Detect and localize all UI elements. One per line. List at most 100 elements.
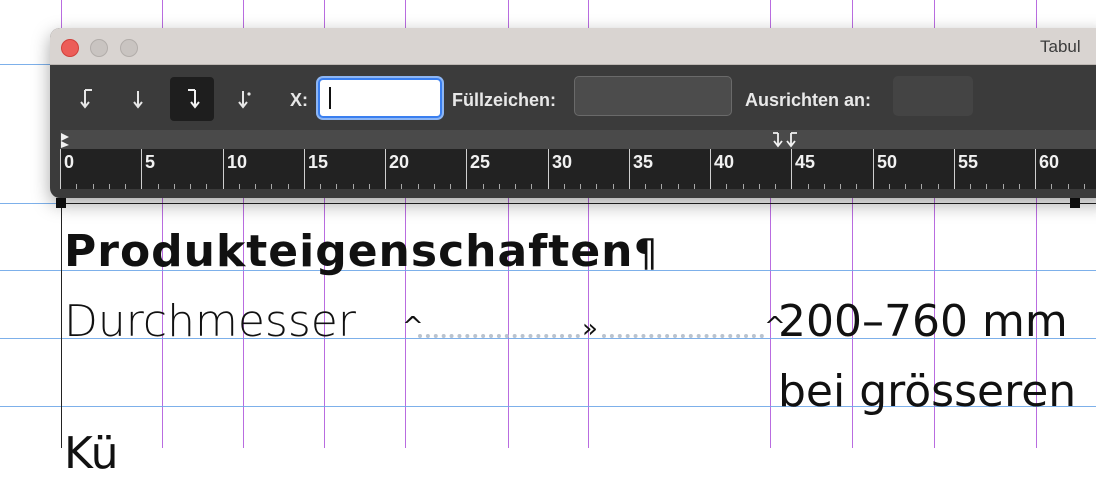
heading-text: Produkteigenschaften xyxy=(64,226,634,277)
align-to-decimal-tab-button[interactable] xyxy=(222,77,266,121)
ruler-minor-tick xyxy=(158,184,159,189)
ruler-label: 5 xyxy=(145,152,156,172)
left-tab-stop-icon[interactable] xyxy=(786,131,800,149)
left-justified-tab-icon xyxy=(80,89,92,109)
ruler-label: 50 xyxy=(877,152,898,172)
ruler-minor-tick xyxy=(271,184,272,189)
ruler-minor-tick xyxy=(1068,184,1069,189)
leader-input[interactable] xyxy=(574,76,732,116)
ruler-minor-tick xyxy=(336,184,337,189)
zoom-button[interactable] xyxy=(120,39,138,57)
ruler-label: 0 xyxy=(64,152,75,172)
ruler-minor-tick xyxy=(531,184,532,189)
ruler-minor-tick xyxy=(694,184,695,189)
ruler-minor-tick xyxy=(596,184,597,189)
ruler-minor-tick xyxy=(239,184,240,189)
tabulator-panel: Tabul X: Füllzeichen: Ausrichten an: 0 5 1… xyxy=(50,28,1096,198)
document-line-next[interactable]: Kü xyxy=(64,428,119,479)
tab-ruler[interactable]: 0 5 10 15 20 25 30 35 40 45 50 55 60 xyxy=(60,149,1096,189)
x-position-label: X: xyxy=(290,90,308,110)
ruler-minor-tick xyxy=(726,184,727,189)
align-to-decimal-tab-icon xyxy=(238,91,251,109)
ruler-major-tick xyxy=(304,149,305,189)
text-frame-left-edge xyxy=(61,203,62,448)
ruler-minor-tick xyxy=(206,184,207,189)
leader-label: Füllzeichen: xyxy=(452,90,557,110)
ruler-minor-tick xyxy=(613,184,614,189)
ruler-minor-tick xyxy=(905,184,906,189)
panel-titlebar[interactable]: Tabul xyxy=(50,28,1096,65)
ruler-minor-tick xyxy=(808,184,809,189)
right-tab-stop-icon[interactable] xyxy=(770,131,784,149)
ruler-major-tick xyxy=(223,149,224,189)
document-line-continuation[interactable]: bei grösseren xyxy=(778,366,1076,417)
ruler-minor-tick xyxy=(288,184,289,189)
line-value[interactable]: 200–760 mm xyxy=(778,296,1068,347)
ruler-minor-tick xyxy=(401,184,402,189)
ruler-minor-tick xyxy=(661,184,662,189)
ruler-minor-tick xyxy=(840,184,841,189)
panel-title: Tabul xyxy=(1040,37,1081,56)
ruler-label: 20 xyxy=(389,152,410,172)
dotted-leader-2 xyxy=(602,334,764,338)
ruler-minor-tick xyxy=(450,184,451,189)
text-caret xyxy=(329,87,331,109)
ruler-minor-tick xyxy=(125,184,126,189)
ruler-minor-tick xyxy=(109,184,110,189)
right-justified-tab-button[interactable] xyxy=(170,77,214,121)
line-label: Durchmesser xyxy=(64,296,356,347)
ruler-major-tick xyxy=(385,149,386,189)
value-text: 200–760 mm xyxy=(778,296,1068,347)
left-justified-tab-button[interactable] xyxy=(66,77,110,121)
ruler-label: 55 xyxy=(958,152,979,172)
ruler-major-tick xyxy=(873,149,874,189)
tab-marker-strip[interactable] xyxy=(60,130,1096,149)
ruler-minor-tick xyxy=(353,184,354,189)
ruler-minor-tick xyxy=(1019,184,1020,189)
ruler-minor-tick xyxy=(174,184,175,189)
ruler-label: 40 xyxy=(714,152,735,172)
ruler-label: 60 xyxy=(1039,152,1060,172)
frame-handle-top-right[interactable] xyxy=(1070,198,1080,208)
ruler-minor-tick xyxy=(190,184,191,189)
align-on-label: Ausrichten an: xyxy=(745,90,872,110)
indent-marker-icon[interactable] xyxy=(60,132,72,148)
ruler-minor-tick xyxy=(759,184,760,189)
ruler-minor-tick xyxy=(76,184,77,189)
ruler-minor-tick xyxy=(921,184,922,189)
ruler-label: 30 xyxy=(552,152,573,172)
ruler-minor-tick xyxy=(564,184,565,189)
ruler-minor-tick xyxy=(856,184,857,189)
center-justified-tab-icon xyxy=(133,91,143,109)
minimize-button[interactable] xyxy=(90,39,108,57)
document-heading[interactable]: Produkteigenschaften¶ xyxy=(64,226,659,277)
ruler-major-tick xyxy=(710,149,711,189)
ruler-minor-tick xyxy=(580,184,581,189)
ruler-minor-tick xyxy=(1084,184,1085,189)
ruler-label: 15 xyxy=(308,152,329,172)
document-line-durchmesser[interactable]: Durchmesser xyxy=(64,296,356,347)
continuation-text: bei grösseren xyxy=(778,366,1077,417)
dotted-leader-1 xyxy=(418,334,580,338)
frame-handle-top-left[interactable] xyxy=(56,198,66,208)
ruler-minor-tick xyxy=(320,184,321,189)
close-button[interactable] xyxy=(61,39,79,57)
ruler-minor-tick xyxy=(93,184,94,189)
ruler-label: 35 xyxy=(633,152,654,172)
tab-mid-mark: » xyxy=(582,314,598,344)
ruler-major-tick xyxy=(548,149,549,189)
align-on-input[interactable] xyxy=(893,76,973,116)
ruler-minor-tick xyxy=(986,184,987,189)
ruler-major-tick xyxy=(141,149,142,189)
ruler-major-tick xyxy=(791,149,792,189)
center-justified-tab-button[interactable] xyxy=(116,77,160,121)
ruler-minor-tick xyxy=(743,184,744,189)
right-justified-tab-icon xyxy=(188,89,200,109)
ruler-minor-tick xyxy=(645,184,646,189)
ruler-minor-tick xyxy=(255,184,256,189)
ruler-minor-tick xyxy=(889,184,890,189)
x-position-input[interactable] xyxy=(318,78,442,118)
ruler-major-tick xyxy=(954,149,955,189)
ruler-minor-tick xyxy=(970,184,971,189)
ruler-major-tick xyxy=(466,149,467,189)
